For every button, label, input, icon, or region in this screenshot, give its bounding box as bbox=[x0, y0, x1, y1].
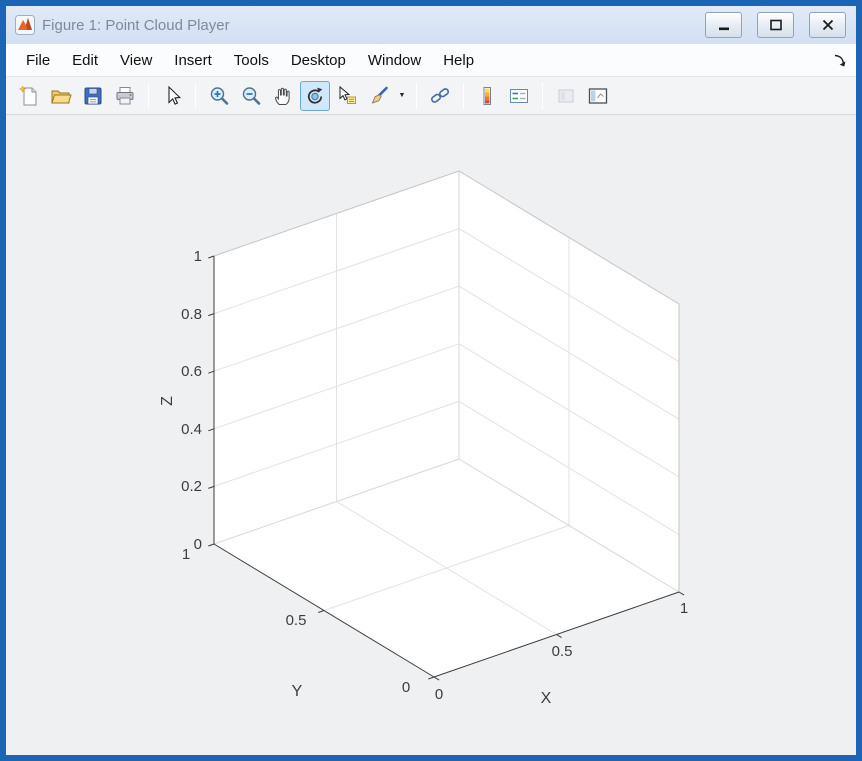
new-file-icon bbox=[18, 84, 37, 105]
edit-plot-button[interactable] bbox=[157, 81, 187, 111]
axes-walls bbox=[214, 171, 679, 677]
brush-data-button[interactable] bbox=[364, 81, 394, 111]
menu-item-view[interactable]: View bbox=[109, 47, 163, 74]
dock-figure-icon[interactable] bbox=[832, 53, 847, 68]
matlab-logo-icon bbox=[15, 15, 35, 35]
toolbar-separator bbox=[148, 82, 149, 109]
toolbar-separator bbox=[542, 82, 543, 109]
y-tick-label: 0 bbox=[402, 679, 410, 696]
hide-plot-tools-button bbox=[551, 81, 581, 111]
toolbar-separator bbox=[416, 82, 417, 109]
caret-down-icon: ▼ bbox=[398, 92, 406, 99]
minimize-button[interactable] bbox=[705, 12, 742, 38]
window-controls bbox=[705, 12, 846, 38]
open-file-button[interactable] bbox=[46, 81, 76, 111]
axes-3d[interactable]: 0 0.5 1 0 0.5 1 0 0.2 0.4 0.6 0.8 1 X Y … bbox=[6, 115, 856, 755]
rotate-3d-icon bbox=[307, 87, 323, 104]
maximize-button[interactable] bbox=[757, 12, 794, 38]
insert-colorbar-button[interactable] bbox=[472, 81, 502, 111]
pan-hand-icon bbox=[275, 87, 290, 105]
toolbar: ▼ bbox=[6, 77, 856, 115]
y-tick-label: 0.5 bbox=[286, 612, 307, 629]
new-figure-button[interactable] bbox=[14, 81, 44, 111]
insert-legend-button[interactable] bbox=[504, 81, 534, 111]
y-tick-label: 1 bbox=[182, 546, 190, 563]
menu-item-desktop[interactable]: Desktop bbox=[280, 47, 357, 74]
x-tick-label: 0 bbox=[435, 686, 443, 703]
rotate-3d-button[interactable] bbox=[300, 80, 330, 111]
toolbar-separator bbox=[463, 82, 464, 109]
menu-item-insert[interactable]: Insert bbox=[163, 47, 223, 74]
zoom-out-icon bbox=[242, 86, 261, 105]
menu-item-tools[interactable]: Tools bbox=[223, 47, 280, 74]
z-tick-label: 0.4 bbox=[181, 421, 202, 438]
pan-button[interactable] bbox=[268, 81, 298, 111]
figure-canvas: 0 0.5 1 0 0.5 1 0 0.2 0.4 0.6 0.8 1 X Y … bbox=[6, 115, 856, 755]
close-button[interactable] bbox=[809, 12, 846, 38]
legend-icon bbox=[510, 88, 528, 103]
z-tick-label: 0.2 bbox=[181, 478, 202, 495]
show-plot-tools-icon bbox=[588, 87, 608, 104]
pointer-arrow-icon bbox=[168, 85, 182, 105]
menu-item-file[interactable]: File bbox=[15, 47, 61, 74]
printer-icon bbox=[116, 86, 134, 104]
colorbar-icon bbox=[483, 86, 491, 105]
brush-dropdown-caret[interactable]: ▼ bbox=[396, 81, 408, 111]
x-axis-label: X bbox=[541, 690, 552, 707]
open-folder-icon bbox=[51, 90, 72, 103]
z-tick-label: 1 bbox=[194, 248, 202, 265]
link-plot-button[interactable] bbox=[425, 81, 455, 111]
data-cursor-button[interactable] bbox=[332, 81, 362, 111]
close-icon bbox=[822, 19, 833, 31]
window-title: Figure 1: Point Cloud Player bbox=[42, 16, 230, 34]
zoom-out-button[interactable] bbox=[236, 81, 266, 111]
figure-window: Figure 1: Point Cloud Player File Edit V… bbox=[0, 0, 862, 761]
brush-icon bbox=[371, 86, 388, 104]
save-figure-button[interactable] bbox=[78, 81, 108, 111]
z-tick-labels: 0 0.2 0.4 0.6 0.8 1 bbox=[181, 248, 202, 553]
x-tick-label: 0.5 bbox=[552, 643, 573, 660]
y-axis-label: Y bbox=[292, 683, 303, 700]
data-cursor-icon bbox=[339, 85, 356, 104]
menu-item-edit[interactable]: Edit bbox=[61, 47, 109, 74]
minimize-icon bbox=[718, 27, 729, 31]
z-tick-label: 0.8 bbox=[181, 306, 202, 323]
show-plot-tools-button[interactable] bbox=[583, 81, 613, 111]
print-figure-button[interactable] bbox=[110, 81, 140, 111]
link-chain-icon bbox=[430, 87, 450, 103]
titlebar[interactable]: Figure 1: Point Cloud Player bbox=[6, 6, 856, 44]
z-tick-label: 0 bbox=[194, 536, 202, 553]
hide-plot-tools-icon bbox=[558, 89, 574, 102]
toolbar-separator bbox=[195, 82, 196, 109]
z-axis-label: Z bbox=[159, 396, 176, 406]
maximize-icon bbox=[769, 19, 782, 31]
zoom-in-button[interactable] bbox=[204, 81, 234, 111]
x-tick-label: 1 bbox=[680, 600, 688, 617]
save-icon bbox=[84, 87, 102, 104]
zoom-in-icon bbox=[210, 86, 229, 105]
z-tick-label: 0.6 bbox=[181, 363, 202, 380]
menu-item-window[interactable]: Window bbox=[357, 47, 432, 74]
menu-item-help[interactable]: Help bbox=[432, 47, 485, 74]
menu-bar: File Edit View Insert Tools Desktop Wind… bbox=[6, 44, 856, 77]
